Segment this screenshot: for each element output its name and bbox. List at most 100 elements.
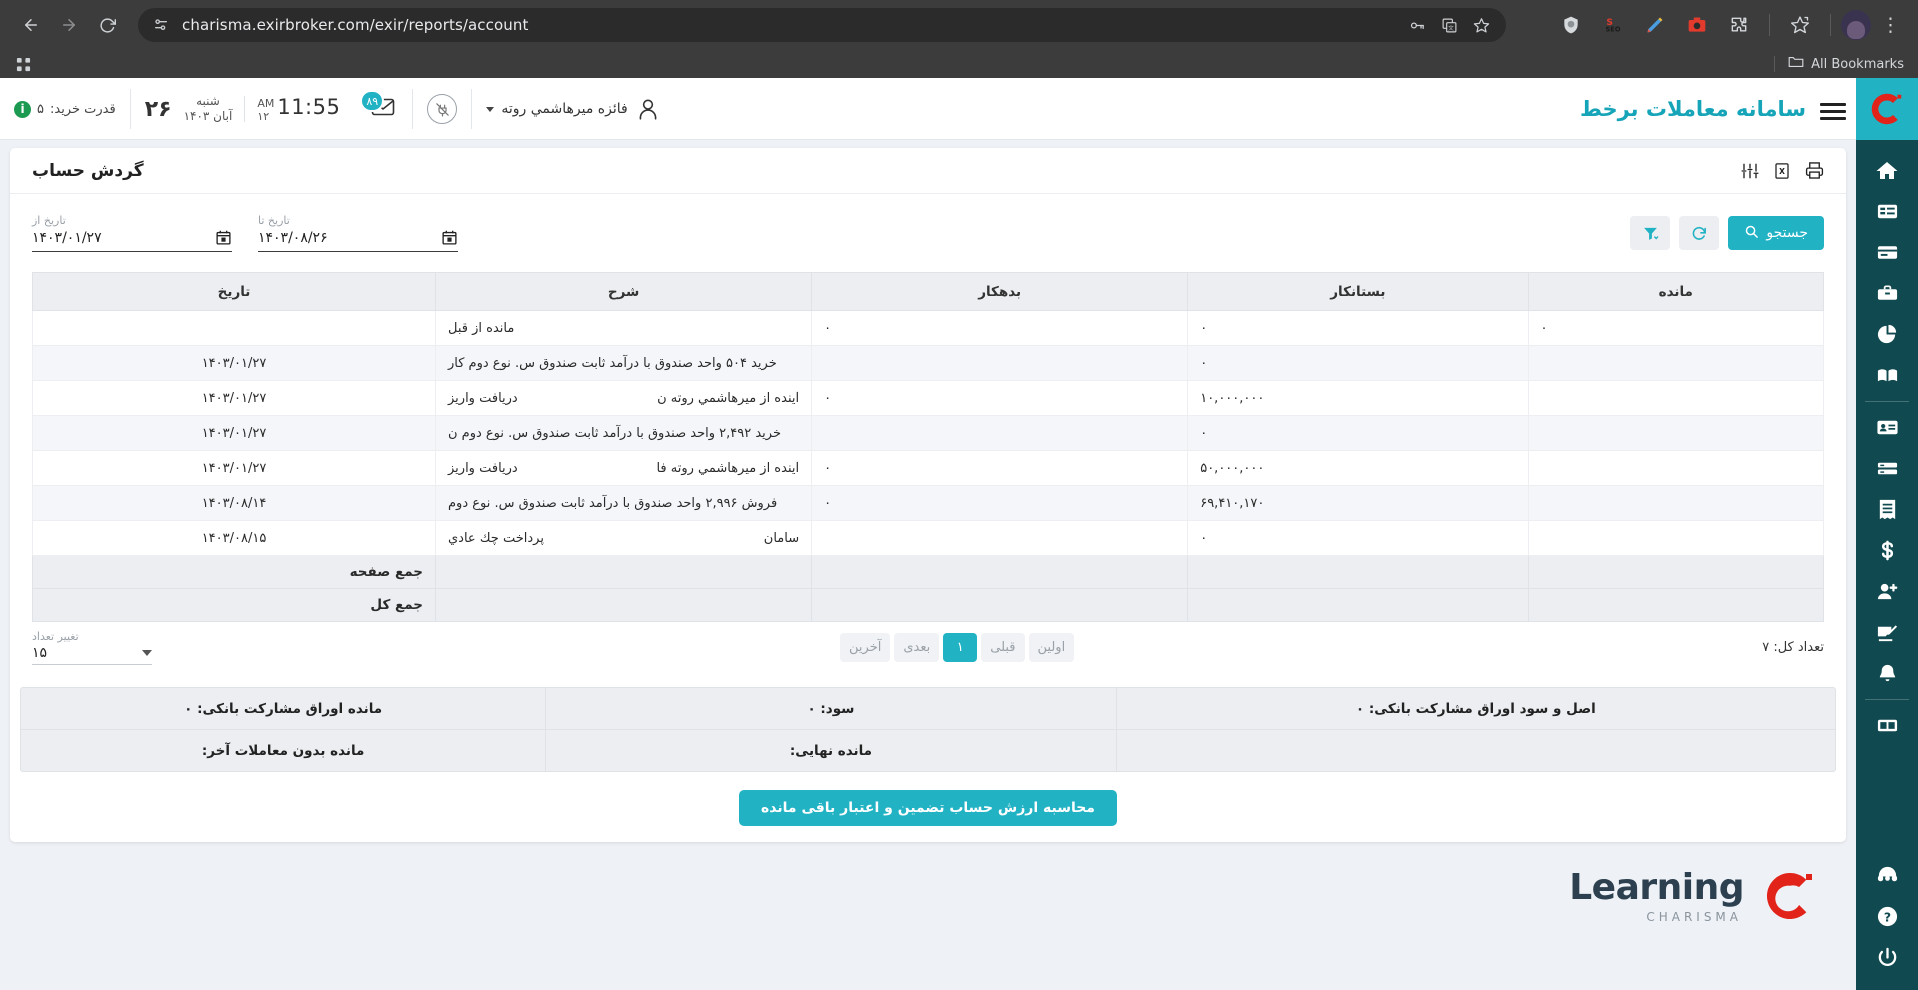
column-header-desc[interactable]: شرح [434,272,813,311]
info-icon[interactable]: i [14,100,31,118]
page-prev-button[interactable]: قبلی [981,633,1025,662]
date-to-label: تاریخ تا [258,214,290,227]
hamburger-menu-icon[interactable] [1820,99,1846,124]
address-bar[interactable]: charisma.exirbroker.com/exir/reports/acc… [138,8,1506,42]
sidebar-item-receipt[interactable] [1856,489,1918,530]
sidebar-item-add-user[interactable] [1856,571,1918,612]
calculate-margin-credit-button[interactable]: محاسبه ارزش حساب تضمین و اعتبار باقی مان… [739,790,1117,826]
sidebar-item-book[interactable] [1856,355,1918,396]
table-row[interactable]: ۰ ۰ ۰ مانده از قبل [32,310,1824,346]
sidebar-item-table[interactable] [1856,705,1918,746]
cell-date: ۱۴۰۳/۰۱/۲۷ [32,415,436,451]
date-to-field[interactable]: تاریخ تا ۱۴۰۳/۰۸/۲۶ [258,214,458,252]
cell-description-primary: مانده از قبل [448,320,515,336]
day-number: ۲۶ [144,96,172,122]
translate-icon[interactable]: 文 [1434,10,1464,40]
cell-debit: ۰ [811,380,1189,416]
profile-avatar-icon[interactable] [1841,10,1871,40]
cell-description: خرید ۵۰۴ واحد صندوق با درآمد ثابت صندوق … [434,345,813,381]
table-row[interactable]: ۶۹,۴۱۰,۱۷۰ ۰ فروش ۲,۹۹۶ واحد صندوق با درآم… [32,485,1824,521]
sidebar-item-signature[interactable] [1856,612,1918,653]
cell-description-primary: دریافت واریز [448,390,518,406]
all-bookmarks-button[interactable]: All Bookmarks [1768,55,1918,73]
bookmark-star-icon[interactable] [1466,10,1496,40]
messages-button[interactable]: ۸۹ [354,78,412,140]
page-next-button[interactable]: بعدی [894,633,940,662]
sidebar-item-id-card[interactable] [1856,407,1918,448]
sidebar-item-list[interactable] [1856,191,1918,232]
svg-text:SEO: SEO [1606,26,1621,34]
settings-sliders-icon[interactable] [1741,162,1759,180]
shield-extension-icon[interactable] [1556,10,1586,40]
camera-extension-icon[interactable] [1682,10,1712,40]
chevron-down-icon[interactable] [142,650,152,656]
apps-grid-icon[interactable] [8,52,38,76]
app-title: سامانه معاملات برخط [1579,97,1806,121]
summary-panel: اصل و سود اوراق مشارکت بانکی: ۰ سود: ۰ م… [20,687,1836,772]
sidebar-item-home[interactable] [1856,150,1918,191]
charisma-wordmark: CHARISMA [1646,909,1742,924]
connection-status-button[interactable] [413,78,471,140]
sidebar-item-logout[interactable] [1856,937,1918,978]
forward-arrow-icon[interactable] [52,8,86,42]
header-divider [471,89,473,129]
password-key-icon[interactable] [1402,10,1432,40]
print-icon[interactable] [1805,161,1824,180]
cell-description-primary: خرید ۵۰۴ واحد صندوق با درآمد ثابت صندوق … [448,355,777,371]
reload-icon[interactable] [90,8,124,42]
calendar-icon[interactable] [215,229,232,246]
cell-balance [1527,520,1824,556]
grand-total-blank [434,588,813,622]
table-row[interactable]: ۵۰,۰۰۰,۰۰۰ ۰ آینده از میرهاشمي روته فا دریا… [32,450,1824,486]
back-arrow-icon[interactable] [14,8,48,42]
color-picker-extension-icon[interactable] [1640,10,1670,40]
cell-description-secondary: آینده از میرهاشمي روته ن [657,390,800,406]
sidebar-item-server[interactable] [1856,448,1918,489]
summary-row-2: مانده نهایی: مانده بدون معاملات آخر: [21,729,1835,771]
pagination-controls: اولین قبلی ۱ بعدی آخرین [840,633,1075,662]
site-settings-icon[interactable] [148,12,174,38]
sidebar-item-help[interactable]: ? [1856,896,1918,937]
page-current-button[interactable]: ۱ [943,633,978,662]
cell-credit: ۶۹,۴۱۰,۱۷۰ [1187,485,1529,521]
sidebar-item-support[interactable] [1856,855,1918,896]
table-row[interactable]: ۰ سامان پرداخت چك عادي ۱۴۰۳/۰۸/۱۵ [32,520,1824,556]
column-header-credit[interactable]: بستانکار [1187,272,1529,311]
bookmark-star-icon[interactable] [1785,10,1815,40]
column-header-balance[interactable]: مانده [1527,272,1824,311]
three-dots-menu-icon[interactable]: ⋮ [1873,15,1908,35]
seo-extension-icon[interactable]: S SEO [1598,10,1628,40]
column-header-debit[interactable]: بدهکار [811,272,1189,311]
charisma-c-logo [1762,868,1818,924]
date-from-field[interactable]: تاریخ از ۱۴۰۳/۰۱/۲۷ [32,214,232,252]
chevron-down-icon[interactable] [486,106,495,112]
filter-button[interactable] [1630,216,1671,250]
sidebar-item-card[interactable] [1856,232,1918,273]
cell-balance [1527,485,1824,521]
search-button[interactable]: جستجو [1728,216,1824,250]
refresh-button[interactable] [1679,216,1720,250]
grand-total-credit [1187,588,1529,622]
page-first-button[interactable]: اولین [1028,633,1075,662]
sidebar-item-dollar[interactable] [1856,530,1918,571]
sidebar-item-briefcase[interactable] [1856,273,1918,314]
url-text[interactable]: charisma.exirbroker.com/exir/reports/acc… [174,16,1402,34]
calendar-icon[interactable] [441,229,458,246]
time-extra: ۱۲ [257,110,270,123]
app-header: سامانه معاملات برخط فائزه ميرهاشمي روته … [0,78,1918,140]
sidebar-item-pie-chart[interactable] [1856,314,1918,355]
cell-description: فروش ۲,۹۹۶ واحد صندوق با درآمد ثابت صندو… [434,485,813,521]
summary-balance-no-last: مانده بدون معاملات آخر: [201,742,365,759]
excel-export-icon[interactable]: X [1773,162,1791,180]
page-last-button[interactable]: آخرین [840,633,891,662]
sidebar-item-bell[interactable] [1856,653,1918,694]
column-header-date[interactable]: تاریخ [32,272,436,311]
page-size-select[interactable]: تغییر تعداد ۱۵ [32,630,152,665]
user-menu[interactable]: فائزه ميرهاشمي روته [472,78,674,140]
table-row[interactable]: ۰ خرید ۵۰۴ واحد صندوق با درآمد ثابت صندوق… [32,345,1824,381]
table-row[interactable]: ۱۰,۰۰۰,۰۰۰ ۰ آینده از میرهاشمي روته ن دریاف… [32,380,1824,416]
cell-credit: ۰ [1187,310,1529,346]
datetime-display: AM ۱۲ 11:55 شنبه آبان ۱۴۰۳ ۲۶ [131,78,355,140]
table-row[interactable]: ۰ خرید ۲,۴۹۲ واحد صندوق با درآمد ثابت صند… [32,415,1824,451]
puzzle-extension-icon[interactable] [1724,10,1754,40]
